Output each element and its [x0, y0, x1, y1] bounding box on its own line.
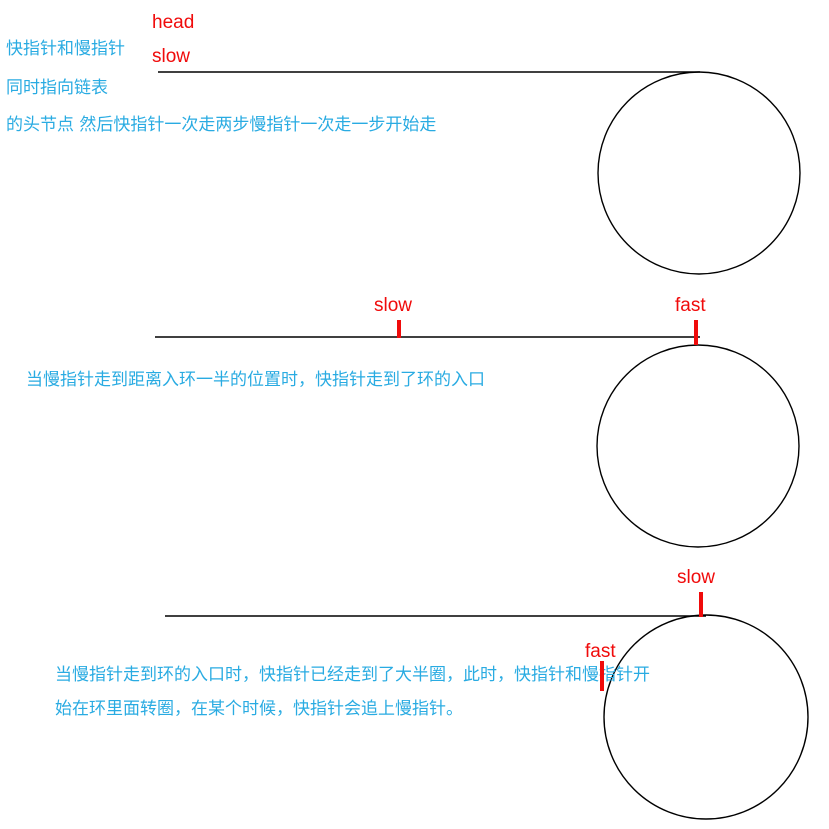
note-step1-line2: 同时指向链表: [6, 78, 108, 98]
marker-label-slow-step2: slow: [374, 295, 413, 316]
marker-label-slow-step3: slow: [677, 567, 716, 588]
marker-tick-slow-step2: [397, 320, 401, 338]
note-step3-line1: 当慢指针走到环的入口时，快指针已经走到了大半圈，此时，快指针和慢指针开: [55, 665, 650, 685]
marker-label-fast-step2: fast: [675, 295, 706, 316]
note-step1-line3: 的头节点 然后快指针一次走两步慢指针一次走一步开始走: [6, 115, 437, 135]
marker-tick-fast-step3: [600, 661, 604, 691]
marker-tick-slow-step3: [699, 592, 703, 617]
marker-tick-fast-step2: [694, 320, 698, 345]
note-step1-line1: 快指针和慢指针: [6, 39, 125, 59]
note-step2-line1: 当慢指针走到距离入环一半的位置时，快指针走到了环的入口: [26, 370, 485, 390]
annotation-layer: 快指针和慢指针 同时指向链表 的头节点 然后快指针一次走两步慢指针一次走一步开始…: [0, 0, 829, 829]
marker-label-fast-step3: fast: [585, 641, 616, 662]
note-step3-line2: 始在环里面转圈，在某个时候，快指针会追上慢指针。: [55, 699, 463, 719]
marker-label-head: head: [152, 12, 195, 33]
marker-label-slow-step1: slow: [152, 46, 191, 67]
